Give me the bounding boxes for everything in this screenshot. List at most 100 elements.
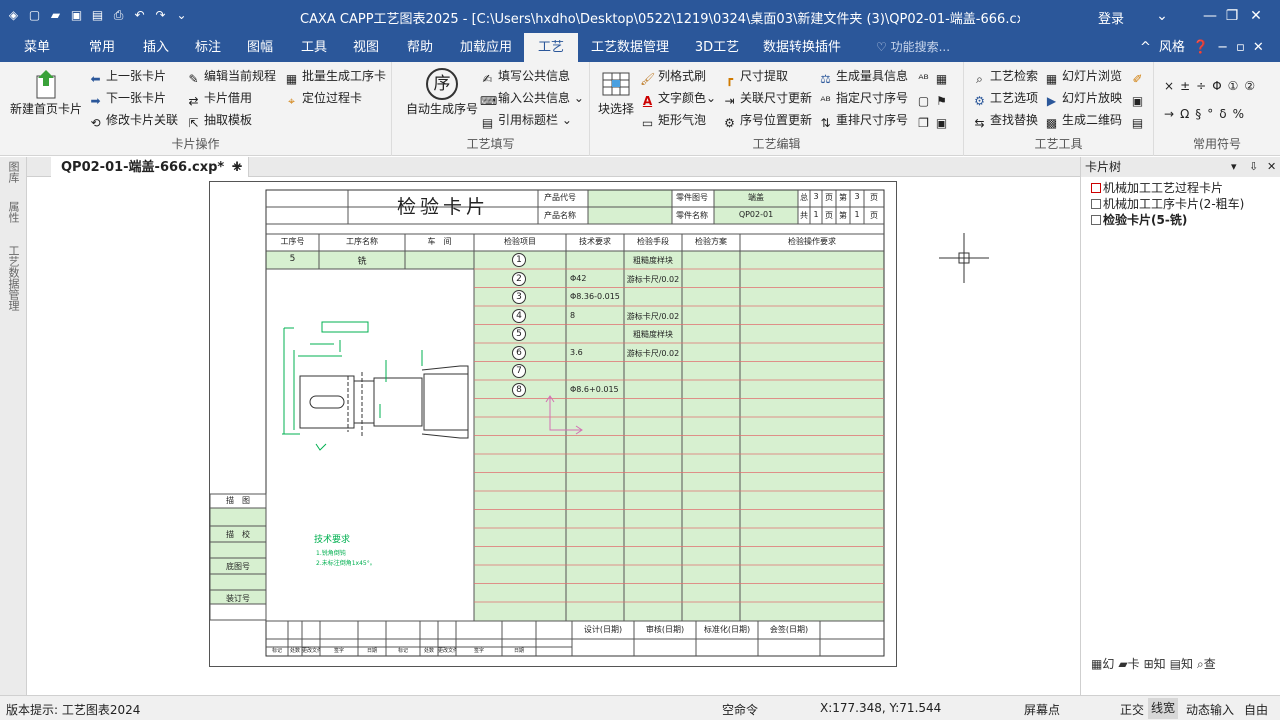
slide-browse-button[interactable]: ▦ 幻灯片浏览 — [1044, 66, 1122, 86]
status-free[interactable]: 自由 — [1244, 701, 1268, 718]
doc-restore-icon[interactable]: ▫ — [1236, 33, 1245, 62]
rearrange-dim-seq-button[interactable]: ⇅ 重排尺寸序号 — [818, 110, 908, 130]
modify-card-link-button[interactable]: ⟲ 修改卡片关联 — [88, 110, 178, 130]
input-public-info-button[interactable]: ⌨输入公共信息 ⌄ — [480, 88, 584, 108]
doc-button[interactable]: ▤ — [1130, 110, 1148, 130]
find-replace-button[interactable]: ⇆ 查找替换 — [972, 110, 1038, 130]
tab-insert[interactable]: 插入 — [134, 33, 178, 62]
ribbon-toggle-icon[interactable]: ⌄ — [1142, 4, 1182, 28]
gen-qr-button[interactable]: ▩ 生成二维码 — [1044, 110, 1122, 130]
new-file-icon[interactable]: ▢ — [25, 6, 44, 25]
image-button[interactable]: ▣ — [1130, 88, 1148, 108]
dock-tab-process-data[interactable]: 工艺数据管理 — [5, 245, 21, 311]
doc-close-icon[interactable]: ✕ — [1253, 33, 1264, 62]
doc-minimize-icon[interactable]: − — [1217, 33, 1228, 62]
tree-item-op-card[interactable]: 机械加工工序卡片(2-粗车) — [1091, 195, 1244, 212]
new-first-card-button[interactable]: 新建首页卡片 — [6, 68, 86, 116]
copy-icon-button[interactable]: ❐ ▣ — [916, 110, 952, 130]
inspection-item-number[interactable]: 1 — [512, 253, 526, 267]
panel-menu-icon[interactable]: ▾ — [1231, 157, 1237, 177]
inspection-item-req[interactable]: Φ8.36-0.015 — [570, 292, 620, 301]
sub-total-value[interactable]: 1 — [810, 210, 822, 219]
redo-icon[interactable]: ↷ — [151, 6, 170, 25]
status-dynamic-input[interactable]: 动态输入 — [1186, 701, 1234, 718]
next-card-button[interactable]: ➡ 下一张卡片 — [88, 88, 166, 108]
inspection-item-number[interactable]: 2 — [512, 271, 526, 286]
panel-close-icon[interactable]: ✕ — [1267, 157, 1276, 177]
symbols-row-1[interactable]: ×±÷Φ①② — [1164, 76, 1261, 96]
inspection-item-tool[interactable]: 粗糙度样块 — [624, 255, 682, 266]
locate-process-card-button[interactable]: ⌖ 定位过程卡 — [284, 88, 362, 108]
tab-search[interactable]: ⌕查 — [1197, 653, 1216, 675]
tab-knowledge-1[interactable]: ⊞知 — [1144, 653, 1166, 675]
extract-template-button[interactable]: ⇱ 抽取模板 — [186, 110, 252, 130]
tab-slide[interactable]: ▦幻 — [1091, 653, 1114, 675]
inspection-item-number[interactable]: 3 — [512, 290, 526, 304]
inspection-item-number[interactable]: 6 — [512, 345, 526, 360]
slide-play-button[interactable]: ▶ 幻灯片放映 — [1044, 88, 1122, 108]
inspection-item-tool[interactable]: 粗糙度样块 — [624, 329, 682, 340]
sub-sheet-value[interactable]: 1 — [850, 210, 864, 219]
inspection-item-req[interactable]: 3.6 — [570, 348, 583, 357]
function-search[interactable]: ♡ 功能搜索... — [876, 33, 950, 62]
part-no-value[interactable]: QP02-01 — [714, 210, 798, 219]
dock-tab-library[interactable]: 图库 — [5, 161, 21, 183]
inspection-item-req[interactable]: 8 — [570, 311, 575, 320]
inspection-item-tool[interactable]: 游标卡尺/0.02 — [624, 311, 682, 322]
inspection-item-number[interactable]: 4 — [512, 308, 526, 323]
wand-button[interactable]: ✐ — [1130, 66, 1148, 86]
tab-common[interactable]: 常用 — [80, 33, 124, 62]
open-folder-icon[interactable]: ▰ — [46, 6, 65, 25]
print-icon[interactable]: ⎙ — [109, 6, 128, 25]
auto-seq-button[interactable]: 序 自动生成序号 — [400, 68, 484, 116]
total-value[interactable]: 3 — [810, 192, 822, 201]
collapse-ribbon-icon[interactable]: ^ — [1140, 33, 1151, 62]
dock-tab-properties[interactable]: 属性 — [5, 201, 21, 223]
col-format-brush-button[interactable]: 🖌 列格式刷 — [640, 66, 706, 86]
tree-item-inspection-card[interactable]: 检验卡片(5-铣) — [1091, 211, 1187, 228]
text-color-button[interactable]: A 文字颜色⌄ — [640, 88, 716, 108]
status-ortho[interactable]: 正交 — [1120, 701, 1144, 718]
rect-bubble-button[interactable]: ▭ 矩形气泡 — [640, 110, 706, 130]
process-options-button[interactable]: ⚙ 工艺选项 — [972, 88, 1038, 108]
doc-tab[interactable]: QP02-01-端盖-666.cxp* ✕ — [51, 157, 250, 177]
block-select-button[interactable]: 块选择 — [594, 68, 638, 116]
symbols-row-2[interactable]: →Ω§°δ% — [1164, 104, 1250, 124]
op-no-value[interactable]: 5 — [266, 254, 319, 264]
inspection-item-req[interactable]: Φ42 — [570, 274, 586, 283]
write-public-info-button[interactable]: ✍ 填写公共信息 — [480, 66, 570, 86]
inspection-item-tool[interactable]: 游标卡尺/0.02 — [624, 274, 682, 285]
abc-icon-button[interactable]: ᴬᴮ ▦ — [916, 66, 952, 86]
inspection-item-number[interactable]: 7 — [512, 364, 526, 378]
tab-3d-process[interactable]: 3D工艺 — [684, 33, 750, 62]
tab-frame[interactable]: 图幅 — [238, 33, 282, 62]
tab-annotate[interactable]: 标注 — [186, 33, 230, 62]
sheet-value[interactable]: 3 — [850, 192, 864, 201]
tree-item-process-card[interactable]: 机械加工工艺过程卡片 — [1091, 179, 1223, 196]
gen-tool-info-button[interactable]: ⚖ 生成量具信息 — [818, 66, 908, 86]
save-icon[interactable]: ▣ — [67, 6, 86, 25]
inspection-item-tool[interactable]: 游标卡尺/0.02 — [624, 348, 682, 359]
tab-tools[interactable]: 工具 — [292, 33, 336, 62]
tab-view[interactable]: 视图 — [344, 33, 388, 62]
save-as-icon[interactable]: ▤ — [88, 6, 107, 25]
tab-process-data[interactable]: 工艺数据管理 — [584, 33, 676, 62]
tab-data-convert[interactable]: 数据转换插件 — [756, 33, 848, 62]
status-linewidth[interactable]: 线宽 — [1148, 698, 1179, 719]
status-snap[interactable]: 屏幕点 — [1024, 701, 1060, 718]
style-menu[interactable]: 风格 — [1159, 33, 1185, 62]
borrow-card-button[interactable]: ⇄ 卡片借用 — [186, 88, 252, 108]
pin-icon[interactable]: ⇩ — [1249, 157, 1258, 177]
tab-knowledge-2[interactable]: ▤知 — [1170, 653, 1193, 675]
tab-card[interactable]: ▰卡 — [1118, 653, 1139, 675]
part-name-value[interactable]: 端盖 — [714, 192, 798, 203]
op-name-value[interactable]: 铣 — [319, 254, 405, 267]
frame-icon-button[interactable]: ▢ ⚑ — [916, 88, 952, 108]
dim-extract-button[interactable]: ┏ 尺寸提取 — [722, 66, 788, 86]
close-icon[interactable]: ✕ — [1236, 4, 1276, 28]
undo-icon[interactable]: ↶ — [130, 6, 149, 25]
process-search-button[interactable]: ⌕ 工艺检索 — [972, 66, 1038, 86]
inspection-item-req[interactable]: Φ8.6+0.015 — [570, 385, 619, 394]
app-logo-icon[interactable]: ◈ — [4, 6, 23, 25]
seq-pos-update-button[interactable]: ⚙ 序号位置更新 — [722, 110, 812, 130]
